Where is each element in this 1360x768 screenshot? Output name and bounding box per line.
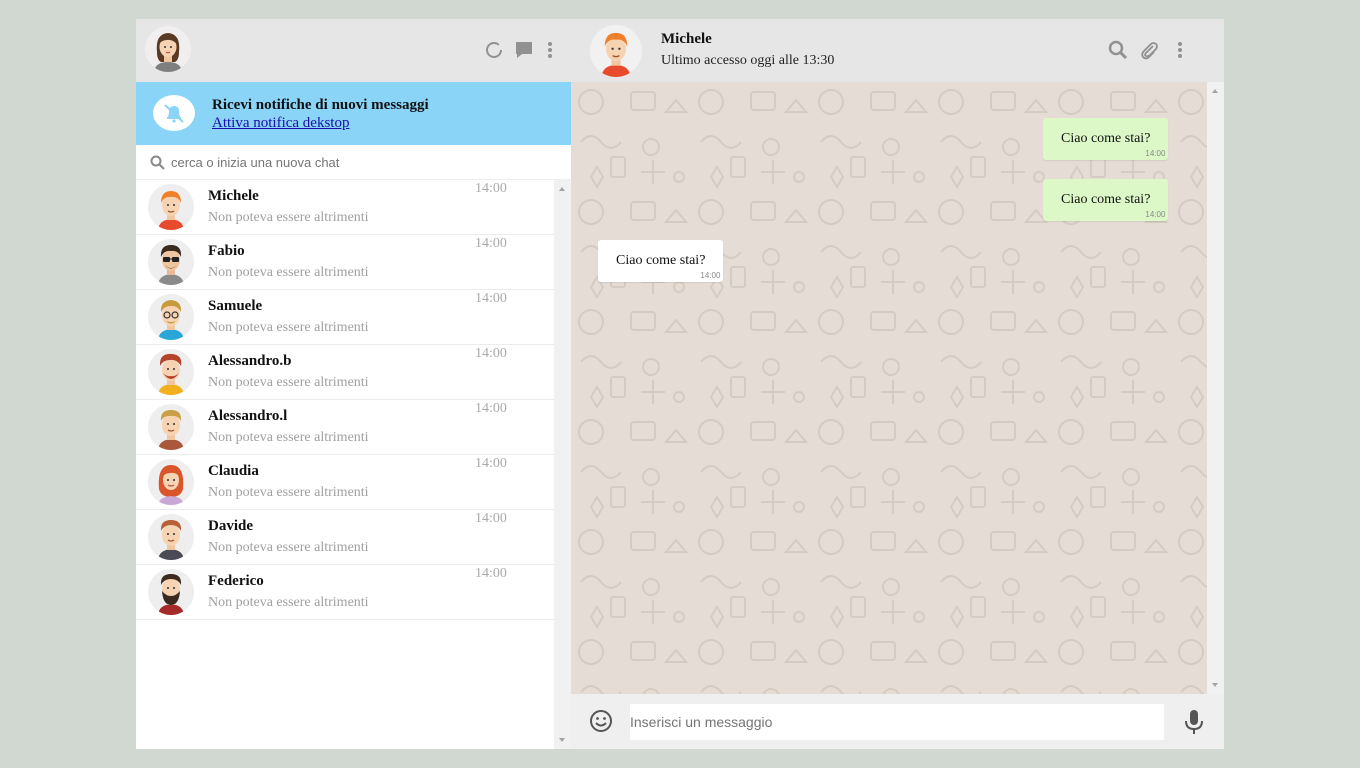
muted-bell-icon: [153, 95, 195, 131]
new-chat-icon[interactable]: [514, 40, 534, 60]
chat-time: 14:00: [475, 511, 507, 526]
chat-name: Alessandro.b: [208, 353, 292, 369]
search-input[interactable]: [171, 152, 551, 172]
avatar: [148, 459, 194, 505]
chat-preview: Non poteva essere altrimenti: [208, 210, 369, 225]
chat-name: Federico: [208, 573, 264, 589]
message-bubble-outgoing: Ciao come stai? 14:00: [1043, 179, 1169, 221]
enable-desktop-notifications-link[interactable]: Attiva notifica dekstop: [212, 115, 349, 132]
message-time: 14:00: [700, 271, 721, 280]
chat-item-alessandro-l[interactable]: Alessandro.l Non poteva essere altriment…: [136, 400, 554, 455]
my-avatar[interactable]: [145, 26, 191, 72]
avatar: [148, 239, 194, 285]
conversation-header: Michele Ultimo accesso oggi alle 13:30: [571, 19, 1224, 82]
search-icon[interactable]: [1107, 39, 1129, 61]
avatar: [148, 404, 194, 450]
chat-item-claudia[interactable]: Claudia Non poteva essere altrimenti 14:…: [136, 455, 554, 510]
chat-item-fabio[interactable]: Fabio Non poteva essere altrimenti 14:00: [136, 235, 554, 290]
chat-time: 14:00: [475, 456, 507, 471]
chat-item-federico[interactable]: Federico Non poteva essere altrimenti 14…: [136, 565, 554, 620]
message-input[interactable]: [630, 704, 1164, 740]
scroll-up-arrow[interactable]: [1212, 89, 1218, 93]
chat-item-alessandro-b[interactable]: Alessandro.b Non poteva essere altriment…: [136, 345, 554, 400]
search-icon: [150, 155, 165, 175]
scroll-up-arrow[interactable]: [559, 187, 565, 191]
chat-time: 14:00: [475, 401, 507, 416]
chat-preview: Non poteva essere altrimenti: [208, 595, 369, 610]
message-area-scrollbar[interactable]: [1207, 82, 1224, 694]
whatsapp-app: Ricevi notifiche di nuovi messaggi Attiv…: [136, 19, 1224, 749]
chat-name: Davide: [208, 518, 253, 534]
microphone-icon[interactable]: [1184, 709, 1204, 740]
menu-icon[interactable]: [540, 40, 560, 60]
message-text: Ciao come stai?: [616, 253, 706, 268]
chat-item-michele[interactable]: Michele Non poteva essere altrimenti 14:…: [136, 180, 554, 235]
chat-name: Alessandro.l: [208, 408, 288, 424]
scroll-down-arrow[interactable]: [559, 738, 565, 742]
message-bubble-incoming: Ciao come stai? 14:00: [598, 240, 724, 282]
chat-name: Fabio: [208, 243, 245, 259]
doodle-background: [571, 82, 1207, 694]
chat-preview: Non poteva essere altrimenti: [208, 485, 369, 500]
message-area: Ciao come stai? 14:00 Ciao come stai? 14…: [571, 82, 1207, 694]
status-icon[interactable]: [484, 40, 504, 60]
chat-preview: Non poteva essere altrimenti: [208, 320, 369, 335]
chat-name: Samuele: [208, 298, 263, 314]
message-composer: [571, 694, 1224, 749]
message-bubble-outgoing: Ciao come stai? 14:00: [1043, 118, 1169, 160]
chat-name: Michele: [208, 188, 259, 204]
chat-time: 14:00: [475, 346, 507, 361]
notification-title: Ricevi notifiche di nuovi messaggi: [212, 97, 429, 113]
message-time: 14:00: [1145, 210, 1166, 219]
chat-preview: Non poteva essere altrimenti: [208, 265, 369, 280]
sidebar-header: [136, 19, 571, 82]
chat-time: 14:00: [475, 566, 507, 581]
chat-time: 14:00: [475, 181, 507, 196]
conversation-menu-icon[interactable]: [1170, 40, 1190, 60]
message-time: 14:00: [1145, 149, 1166, 158]
message-text: Ciao come stai?: [1061, 131, 1151, 146]
chat-preview: Non poteva essere altrimenti: [208, 540, 369, 555]
chat-item-samuele[interactable]: Samuele Non poteva essere altrimenti 14:…: [136, 290, 554, 345]
search-bar: [136, 145, 571, 180]
contact-avatar[interactable]: [590, 25, 642, 77]
avatar: [148, 569, 194, 615]
contact-name: Michele: [661, 31, 712, 47]
avatar: [148, 514, 194, 560]
conversation-panel: Michele Ultimo accesso oggi alle 13:30 C…: [571, 19, 1224, 749]
avatar: [148, 184, 194, 230]
emoji-icon[interactable]: [589, 709, 613, 738]
chat-item-davide[interactable]: Davide Non poteva essere altrimenti 14:0…: [136, 510, 554, 565]
avatar: [148, 349, 194, 395]
attach-icon[interactable]: [1138, 39, 1160, 61]
chat-preview: Non poteva essere altrimenti: [208, 430, 369, 445]
chat-time: 14:00: [475, 291, 507, 306]
message-text: Ciao come stai?: [1061, 192, 1151, 207]
chat-list: Michele Non poteva essere altrimenti 14:…: [136, 180, 554, 749]
chat-preview: Non poteva essere altrimenti: [208, 375, 369, 390]
chat-time: 14:00: [475, 236, 507, 251]
last-seen-status: Ultimo accesso oggi alle 13:30: [661, 53, 835, 68]
scroll-down-arrow[interactable]: [1212, 683, 1218, 687]
chat-name: Claudia: [208, 463, 259, 479]
notification-banner: Ricevi notifiche di nuovi messaggi Attiv…: [136, 82, 571, 145]
chat-list-scrollbar[interactable]: [554, 180, 571, 749]
avatar: [148, 294, 194, 340]
chat-sidebar: Ricevi notifiche di nuovi messaggi Attiv…: [136, 19, 571, 749]
